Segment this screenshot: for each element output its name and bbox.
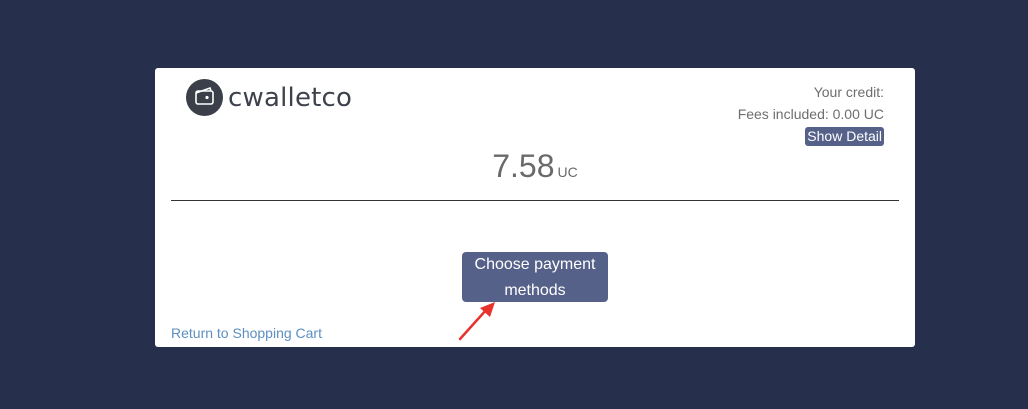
amount-value: 7.58 — [492, 148, 555, 184]
show-detail-button[interactable]: Show Detail — [805, 127, 884, 146]
red-arrow-icon — [458, 302, 495, 341]
credit-label: Your credit: — [813, 84, 884, 100]
choose-payment-button[interactable]: Choose payment methods — [462, 252, 608, 302]
return-to-cart-link[interactable]: Return to Shopping Cart — [171, 325, 322, 341]
divider — [171, 200, 899, 201]
wallet-icon — [186, 79, 223, 116]
credit-panel: Your credit: Fees included: 0.00 UC Show… — [738, 81, 884, 147]
brand-logo: cwalletco — [186, 79, 352, 116]
amount-unit: UC — [557, 164, 578, 180]
payment-card: cwalletco Your credit: Fees included: 0.… — [155, 68, 915, 347]
fees-label: Fees included: 0.00 UC — [737, 106, 884, 122]
brand-name: cwalletco — [228, 82, 353, 113]
amount-display: 7.58 UC — [155, 148, 915, 185]
